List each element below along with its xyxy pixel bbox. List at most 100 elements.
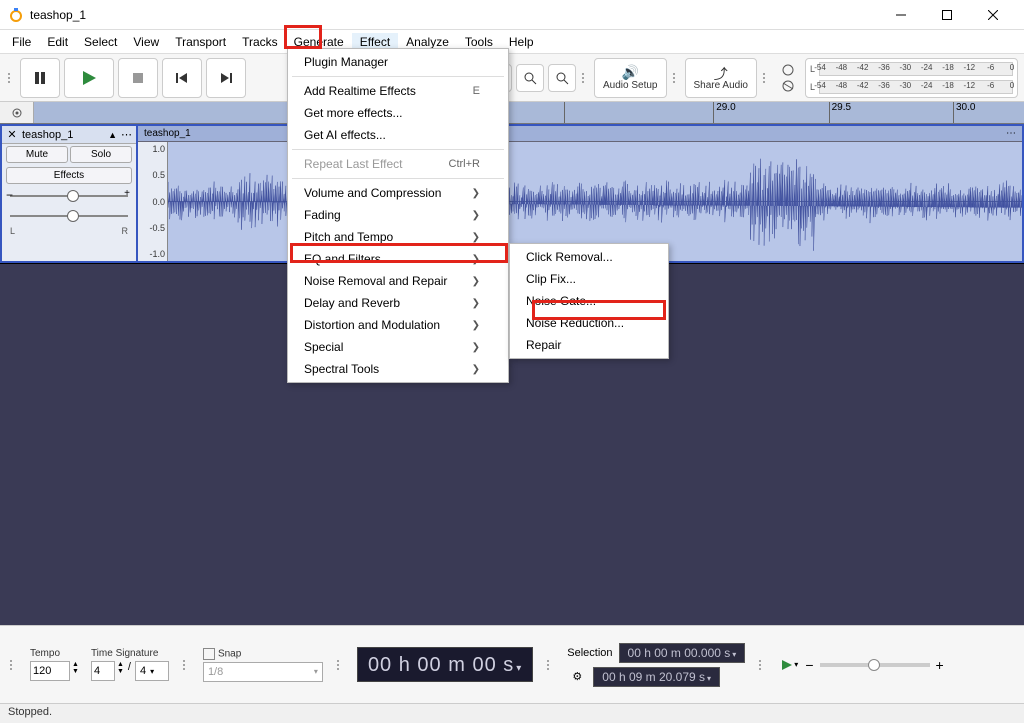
speaker-icon: 🔊	[622, 64, 639, 80]
timesig-num-input[interactable]: 4	[91, 661, 115, 681]
selection-start[interactable]: 00 h 00 m 00.000 s▾	[619, 643, 746, 663]
timesig-den-select[interactable]: 4 ▾	[135, 661, 169, 681]
track-control-panel: ✕ teashop_1 ▲ ⋯ Mute Solo Effects +− LR	[0, 124, 136, 263]
solo-button[interactable]: Solo	[70, 146, 132, 163]
menu-tracks[interactable]: Tracks	[234, 33, 286, 51]
menuitem-repeat-last-effect: Repeat Last EffectCtrl+R	[288, 153, 508, 175]
skip-start-button[interactable]	[162, 58, 202, 98]
menuitem-fading[interactable]: Fading❯	[288, 204, 508, 226]
mute-button[interactable]: Mute	[6, 146, 68, 163]
toolbar-grip[interactable]	[10, 650, 16, 680]
menuitem-noise-gate-[interactable]: Noise Gate...	[510, 290, 668, 312]
toolbar-grip[interactable]	[8, 63, 14, 93]
tempo-up[interactable]: ▲	[72, 661, 79, 668]
menu-edit[interactable]: Edit	[39, 33, 76, 51]
track-close-button[interactable]: ✕	[6, 128, 18, 141]
timeline-ruler[interactable]: 27.529.029.530.0	[0, 102, 1024, 124]
play-at-speed-button[interactable]: ▾	[779, 655, 799, 675]
toolbar-grip[interactable]	[337, 650, 343, 680]
timeline-settings-button[interactable]	[0, 102, 34, 124]
pan-l: L	[10, 226, 15, 236]
status-bar: Stopped.	[0, 703, 1024, 723]
gain-slider[interactable]: +−	[10, 188, 128, 204]
play-button[interactable]	[64, 58, 114, 98]
audio-setup-button[interactable]: 🔊 Audio Setup	[594, 58, 667, 98]
status-text: Stopped.	[8, 706, 52, 718]
close-button[interactable]	[970, 0, 1016, 30]
noise-removal-submenu: Click Removal...Clip Fix...Noise Gate...…	[509, 243, 669, 359]
amplitude-axis: 1.00.50.0-0.5-1.0	[138, 142, 168, 261]
tempo-down[interactable]: ▼	[72, 668, 79, 675]
clip-options-button[interactable]: ⋯	[1006, 128, 1016, 139]
chevron-right-icon: ❯	[472, 342, 480, 353]
selection-label: Selection	[567, 647, 612, 659]
menuitem-delay-and-reverb[interactable]: Delay and Reverb❯	[288, 292, 508, 314]
playback-speed-slider[interactable]	[820, 663, 930, 667]
tempo-input[interactable]: 120	[30, 661, 70, 681]
snap-checkbox[interactable]	[203, 648, 215, 660]
menu-view[interactable]: View	[125, 33, 167, 51]
toolbar: 🔊 Audio Setup ⤴ Share Audio L-54-48-42-3…	[0, 54, 1024, 102]
toolbar-grip[interactable]	[763, 63, 769, 93]
selection-settings-button[interactable]: ⚙	[567, 670, 587, 683]
bottom-toolbar: Tempo 120▲▼ Time Signature 4 ▲▼ / 4 ▾ Sn…	[0, 625, 1024, 703]
menu-file[interactable]: File	[4, 33, 39, 51]
menuitem-special[interactable]: Special❯	[288, 336, 508, 358]
app-icon	[8, 7, 24, 23]
record-meter-icon	[775, 58, 801, 98]
chevron-right-icon: ❯	[472, 210, 480, 221]
minimize-button[interactable]	[878, 0, 924, 30]
menuitem-get-ai-effects-[interactable]: Get AI effects...	[288, 124, 508, 146]
chevron-right-icon: ❯	[472, 232, 480, 243]
menuitem-click-removal-[interactable]: Click Removal...	[510, 246, 668, 268]
zoom-out-button[interactable]	[516, 64, 544, 92]
menuitem-repair[interactable]: Repair	[510, 334, 668, 356]
menuitem-volume-and-compression[interactable]: Volume and Compression❯	[288, 182, 508, 204]
menuitem-noise-reduction-[interactable]: Noise Reduction...	[510, 312, 668, 334]
pan-slider[interactable]	[10, 208, 128, 224]
track-options-button[interactable]: ⋯	[121, 128, 132, 141]
track-menu-chevron[interactable]: ▲	[108, 130, 117, 140]
share-audio-label: Share Audio	[694, 80, 749, 91]
menuitem-plugin-manager[interactable]: Plugin Manager	[288, 51, 508, 73]
menu-select[interactable]: Select	[76, 33, 125, 51]
menuitem-noise-removal-and-repair[interactable]: Noise Removal and Repair❯	[288, 270, 508, 292]
level-meter[interactable]: L-54-48-42-36-30-24-18-12-60 L-54-48-42-…	[805, 58, 1018, 98]
toolbar-grip[interactable]	[673, 63, 679, 93]
menuitem-distortion-and-modulation[interactable]: Distortion and Modulation❯	[288, 314, 508, 336]
chevron-right-icon: ❯	[472, 298, 480, 309]
time-display[interactable]: 00 h 00 m 00 s▾	[357, 647, 533, 682]
window-title: teashop_1	[30, 8, 878, 22]
menu-bar: FileEditSelectViewTransportTracksGenerat…	[0, 30, 1024, 54]
tempo-label: Tempo	[30, 648, 79, 659]
pause-button[interactable]	[20, 58, 60, 98]
menuitem-get-more-effects-[interactable]: Get more effects...	[288, 102, 508, 124]
menuitem-add-realtime-effects[interactable]: Add Realtime EffectsE	[288, 80, 508, 102]
share-icon: ⤴	[714, 64, 728, 80]
chevron-right-icon: ❯	[472, 254, 480, 265]
maximize-button[interactable]	[924, 0, 970, 30]
chevron-right-icon: ❯	[472, 364, 480, 375]
toolbar-grip[interactable]	[759, 650, 765, 680]
menuitem-pitch-and-tempo[interactable]: Pitch and Tempo❯	[288, 226, 508, 248]
toolbar-grip[interactable]	[183, 650, 189, 680]
menuitem-eq-and-filters[interactable]: EQ and Filters❯	[288, 248, 508, 270]
skip-end-button[interactable]	[206, 58, 246, 98]
effects-button[interactable]: Effects	[6, 167, 132, 184]
snap-label: Snap	[203, 648, 323, 660]
zoom-fit-button[interactable]	[548, 64, 576, 92]
audio-setup-label: Audio Setup	[603, 80, 658, 91]
toolbar-grip[interactable]	[547, 650, 553, 680]
chevron-right-icon: ❯	[472, 276, 480, 287]
menuitem-spectral-tools[interactable]: Spectral Tools❯	[288, 358, 508, 380]
menuitem-clip-fix-[interactable]: Clip Fix...	[510, 268, 668, 290]
stop-button[interactable]	[118, 58, 158, 98]
chevron-right-icon: ❯	[472, 320, 480, 331]
toolbar-grip[interactable]	[582, 63, 588, 93]
track-name: teashop_1	[22, 129, 104, 141]
selection-end[interactable]: 00 h 09 m 20.079 s▾	[593, 667, 720, 687]
share-audio-button[interactable]: ⤴ Share Audio	[685, 58, 758, 98]
menu-transport[interactable]: Transport	[167, 33, 234, 51]
effect-menu: Plugin Manager Add Realtime EffectsEGet m…	[287, 48, 509, 383]
snap-select[interactable]: 1/8 ▾	[203, 662, 323, 682]
